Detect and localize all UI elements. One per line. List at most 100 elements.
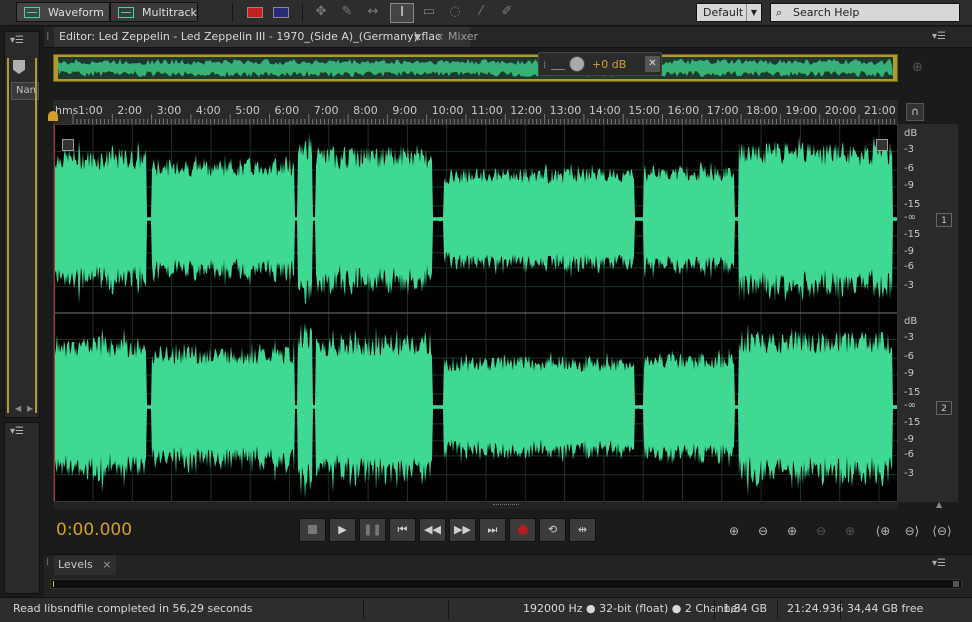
waveform-display[interactable] [53, 124, 898, 502]
db-label: -6 [904, 260, 914, 272]
playhead-marker-icon[interactable] [48, 111, 58, 121]
workspace-value: Default [703, 6, 744, 19]
zoom-out-amplitude-icon[interactable]: ⊖ [751, 522, 775, 540]
zoom-out-full-icon[interactable]: ⊖⟩ [899, 522, 925, 540]
db-label: -9 [904, 180, 914, 192]
db-label: -15 [904, 416, 921, 428]
toolbar-divider [232, 3, 233, 22]
spot-healing-tool-icon[interactable]: ✐ [498, 3, 516, 21]
mixer-tab-label: Mixer [448, 30, 479, 43]
db-label: -9 [904, 245, 914, 257]
workspace-select[interactable]: Default ▼ [696, 3, 762, 22]
toolbar-divider [302, 3, 303, 22]
search-icon: ⌕ [776, 6, 783, 19]
play-button[interactable]: ▶ [329, 518, 356, 542]
status-bar: Read libsndfile completed in 56,29 secon… [0, 597, 972, 622]
db-label: -15 [904, 228, 921, 240]
rewind-button[interactable]: ◀◀ [419, 518, 446, 542]
chevron-down-icon[interactable]: ▼ [746, 4, 761, 21]
volume-knob[interactable] [569, 56, 585, 72]
drag-handle-icon[interactable]: ⁞ [46, 27, 50, 47]
panel-menu-icon[interactable]: ▾☰ [10, 426, 24, 437]
db-label: -6 [904, 163, 914, 175]
status-divider [714, 600, 715, 619]
waveform-canvas [54, 125, 897, 501]
volume-hud[interactable]: ⁞ +0 dB ✕ [538, 52, 662, 76]
channel-1-button[interactable]: 1 [936, 213, 952, 227]
pause-button[interactable]: ❚❚ [359, 518, 386, 542]
waveform-mode-label: Waveform [48, 5, 104, 19]
tab-mixer[interactable]: Mixer [448, 27, 478, 47]
zoom-in-time-icon[interactable]: ⊕ [780, 522, 804, 540]
scroll-left-icon[interactable]: ◀ [15, 404, 21, 413]
close-tab-icon[interactable]: × [435, 27, 444, 47]
multitrack-icon [118, 6, 134, 18]
time-ruler[interactable]: hms 1:00 2:00 3:00 4:00 5:00 6:00 7:00 8:00 9:00… [53, 100, 898, 124]
db-label: -15 [904, 386, 921, 398]
lasso-tool-icon[interactable]: ◌ [446, 3, 464, 21]
db-label: -9 [904, 368, 914, 380]
fade-out-handle-icon[interactable] [876, 139, 888, 151]
pitch-view-icon[interactable] [272, 3, 290, 21]
zoom-full-icon[interactable]: ⟨⊖⟩ [929, 522, 955, 540]
channel-2-button[interactable]: 2 [936, 401, 952, 415]
pin-icon[interactable]: ✕ [645, 56, 660, 72]
db-scale[interactable]: dB -3 -6 -9 -15 -∞ -15 -9 -6 -3 dB -3 -6 -9 -15 -∞ -15 -… [898, 124, 958, 509]
scroll-right-icon[interactable]: ▶ [27, 404, 33, 413]
hud-drag-handle-icon[interactable]: ⁞ [543, 60, 546, 71]
status-divider [363, 600, 364, 619]
zoom-to-selection-icon[interactable]: ⊕ [838, 522, 862, 540]
panel-menu-icon[interactable]: ▾☰ [932, 27, 946, 47]
db-header: dB [904, 128, 918, 139]
tab-editor[interactable]: Editor: Led Zeppelin - Led Zeppelin III … [54, 27, 470, 47]
marquee-tool-icon[interactable]: ▭ [420, 3, 438, 21]
slip-tool-icon[interactable]: ↔ [364, 3, 382, 21]
editor-tab-title: Editor: Led Zeppelin - Led Zeppelin III … [59, 30, 442, 43]
db-label: -3 [904, 467, 914, 479]
skip-selection-button[interactable]: ⇹ [569, 518, 596, 542]
stop-button[interactable] [299, 518, 326, 542]
multitrack-mode-label: Multitrack [142, 5, 197, 19]
overview-waveform [58, 57, 893, 79]
waveform-mode-button[interactable]: Waveform [16, 2, 110, 22]
search-help-input[interactable]: ⌕ Search Help [770, 3, 960, 22]
waveform-overview[interactable] [53, 54, 898, 82]
fade-in-handle-icon[interactable] [62, 139, 74, 151]
fast-forward-button[interactable]: ▶▶ [449, 518, 476, 542]
scroll-up-icon[interactable]: ▲ [936, 500, 942, 509]
timecode-display[interactable]: 0:00.000 [56, 520, 132, 540]
snap-magnet-icon[interactable]: ∩ [906, 103, 924, 121]
levels-panel: ⁞ Levels × ▾☰ [44, 554, 972, 597]
zoom-out-time-icon[interactable]: ⊖ [809, 522, 833, 540]
zoom-in-amplitude-icon[interactable]: ⊕ [722, 522, 746, 540]
zoom-in-point-icon[interactable]: ⟨⊕ [870, 522, 896, 540]
loop-playback-button[interactable]: ⟲ [539, 518, 566, 542]
time-selection-tool-icon[interactable]: I [390, 3, 414, 23]
spectral-view-icon[interactable] [246, 3, 264, 21]
file-dropdown-icon[interactable]: ▼ [414, 28, 421, 48]
move-to-next-button[interactable]: ⏭ [479, 518, 506, 542]
drag-handle-icon[interactable]: ⁞ [46, 557, 49, 568]
panel-menu-icon[interactable]: ▾☰ [932, 558, 946, 569]
panel-menu-icon[interactable]: ▾☰ [10, 35, 24, 46]
hud-gain-value: +0 dB [592, 58, 627, 71]
move-to-previous-button[interactable]: ⏮ [389, 518, 416, 542]
editor-tab-bar: ⁞ Editor: Led Zeppelin - Led Zeppelin II… [44, 27, 972, 48]
zoom-overview-icon[interactable]: ⊕ [912, 60, 923, 75]
status-divider [840, 600, 841, 619]
ruler-minor-ticks [72, 114, 895, 124]
move-tool-icon[interactable]: ✥ [312, 3, 330, 21]
razor-tool-icon[interactable]: ✎ [338, 3, 356, 21]
close-tab-icon[interactable]: × [102, 558, 111, 571]
levels-tab-label: Levels [58, 558, 93, 571]
record-button[interactable] [509, 518, 536, 542]
status-message: Read libsndfile completed in 56,29 secon… [13, 602, 253, 615]
db-label: -6 [904, 351, 914, 363]
top-toolbar: Waveform Multitrack ✥ ✎ ↔ I ▭ ◌ ⁄ ✐ Defa… [0, 0, 972, 26]
brush-tool-icon[interactable]: ⁄ [472, 3, 490, 21]
horizontal-scrollbar[interactable] [53, 502, 898, 509]
multitrack-mode-button[interactable]: Multitrack [110, 2, 198, 22]
level-meter [50, 579, 962, 589]
tab-levels[interactable]: Levels × [54, 555, 116, 575]
db-label: -9 [904, 433, 914, 445]
